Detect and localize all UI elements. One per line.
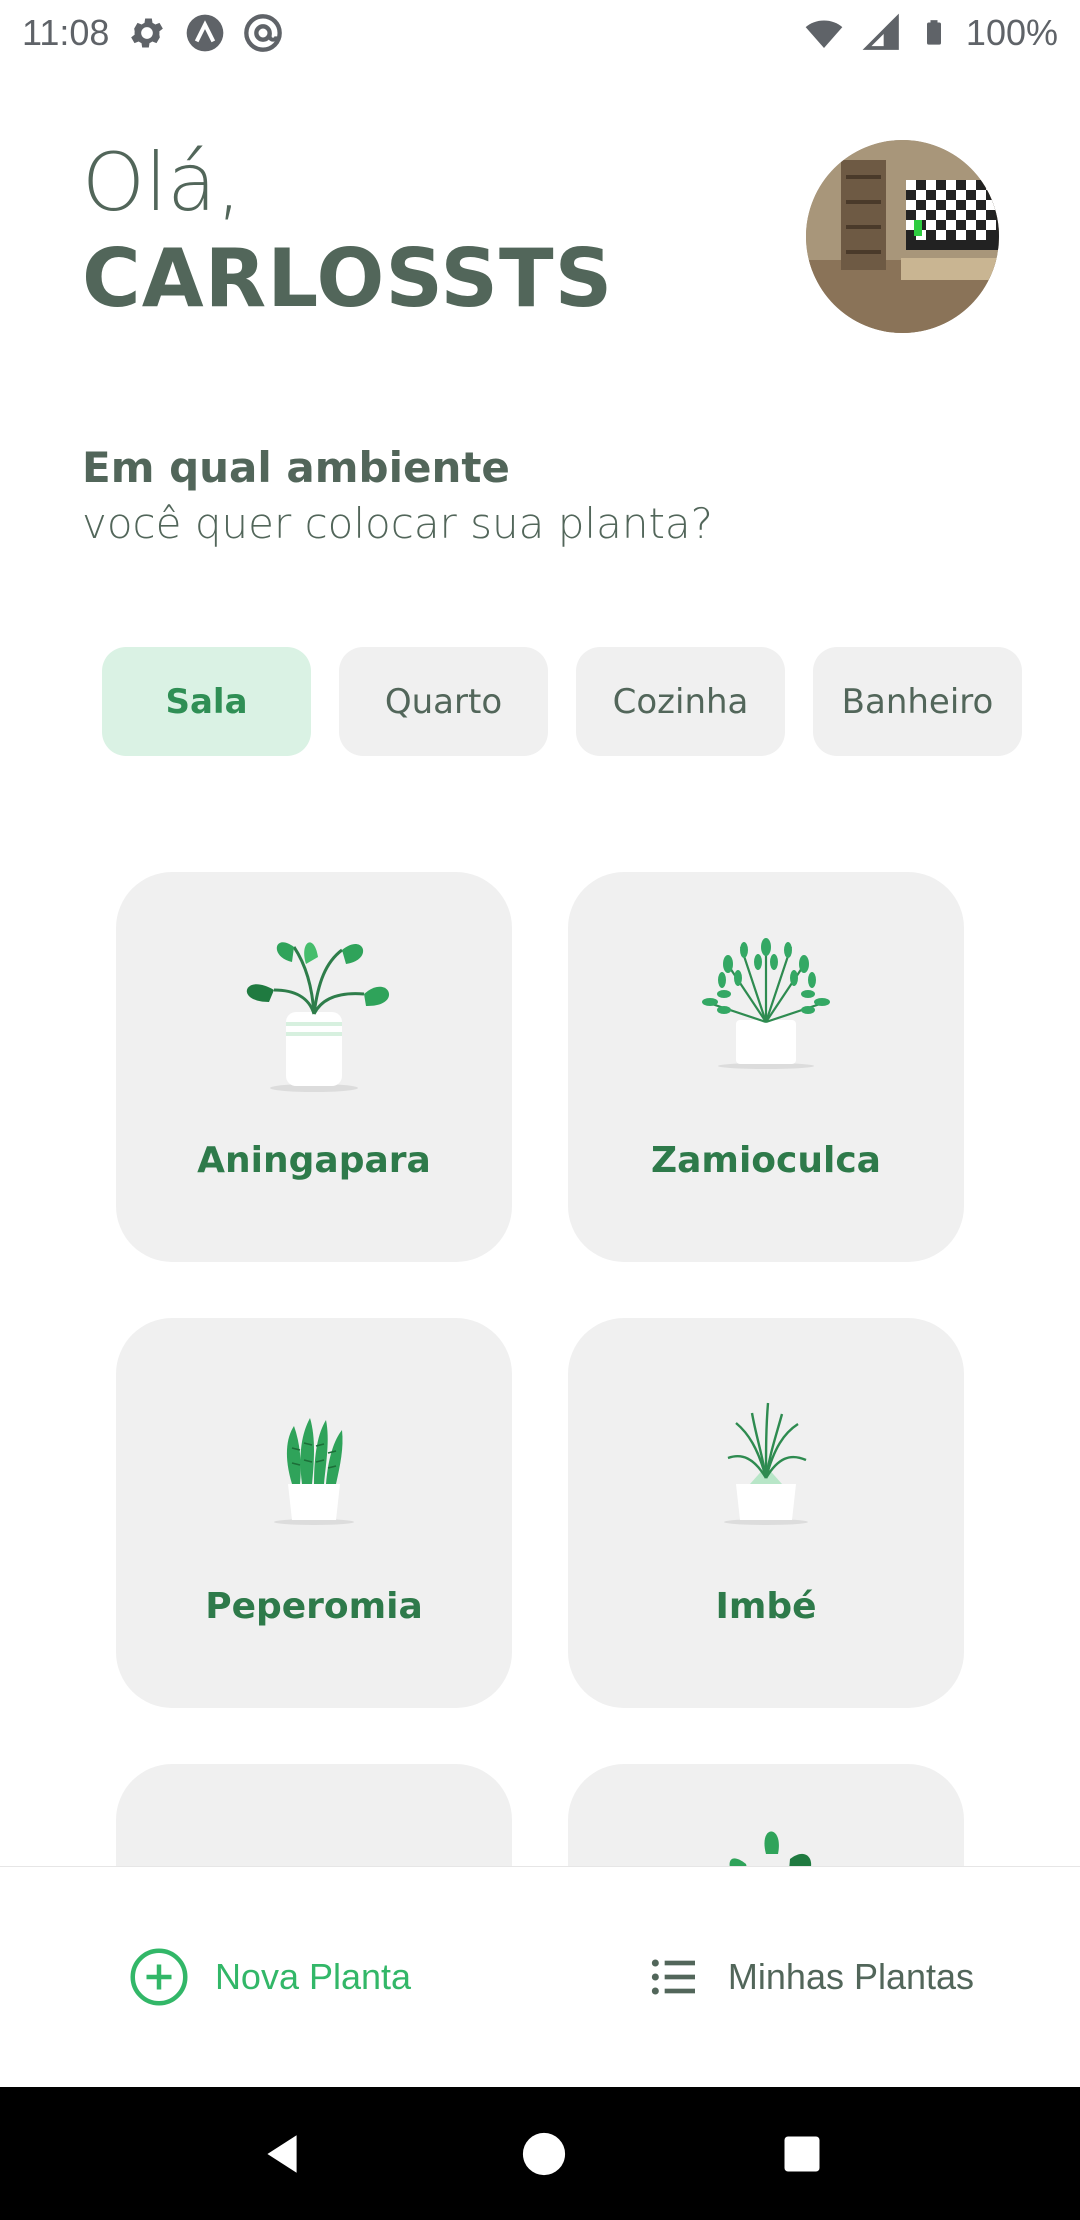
- avatar-image: [806, 140, 999, 333]
- question-line-2: você quer colocar sua planta?: [82, 499, 713, 548]
- battery-percent: 100%: [965, 12, 1058, 53]
- settings-icon: [131, 18, 164, 48]
- status-left: 11:08: [22, 12, 283, 54]
- user-name: CARLOSSTS: [82, 232, 614, 325]
- add-circle-icon: [130, 1948, 188, 2006]
- plant-name: Aningapara: [197, 1140, 431, 1181]
- plant-card[interactable]: Imbé: [568, 1318, 964, 1708]
- plant-zamioculca-icon: [702, 938, 830, 1069]
- greeting-hello: Olá,: [82, 136, 242, 229]
- chip-cozinha[interactable]: Cozinha: [576, 647, 785, 756]
- plant-name: Zamioculca: [651, 1140, 881, 1181]
- tab-minhas-plantas[interactable]: Minhas Plantas: [540, 1867, 1080, 2087]
- bottom-tab-bar: Nova Planta Minhas Plantas: [0, 1866, 1080, 2087]
- plant-card[interactable]: Peperomia: [116, 1318, 512, 1708]
- list-icon: [651, 1959, 695, 1995]
- avatar[interactable]: [806, 140, 999, 333]
- environment-question: Em qual ambiente você quer colocar sua p…: [82, 440, 713, 552]
- signal-icon: [862, 13, 899, 50]
- plant-aningapara-icon: [246, 942, 390, 1092]
- wifi-icon: [805, 20, 843, 48]
- plant-card[interactable]: Zamioculca: [568, 872, 964, 1262]
- plant-imbe-icon: [724, 1402, 808, 1525]
- status-time: 11:08: [22, 12, 110, 53]
- chip-quarto[interactable]: Quarto: [339, 647, 548, 756]
- status-bar: 11:08 100%: [0, 0, 1080, 66]
- plant-name: Imbé: [715, 1586, 817, 1627]
- tab-label: Minhas Plantas: [727, 1956, 975, 1997]
- chip-banheiro[interactable]: Banheiro: [813, 647, 1022, 756]
- question-line-1: Em qual ambiente: [82, 443, 510, 492]
- plant-name: Peperomia: [205, 1586, 423, 1627]
- tab-label: Nova Planta: [214, 1956, 412, 1997]
- back-icon[interactable]: [257, 2129, 307, 2179]
- plant-card[interactable]: Aningapara: [116, 872, 512, 1262]
- app-a-icon: [187, 14, 224, 52]
- battery-icon: [926, 20, 941, 45]
- status-right: 100%: [804, 12, 1058, 54]
- greeting: Olá, CARLOSSTS: [82, 135, 613, 327]
- recents-icon[interactable]: [781, 2133, 823, 2175]
- system-nav-bar: [0, 2087, 1080, 2220]
- app-at-icon: [244, 14, 283, 52]
- environment-chips: Sala Quarto Cozinha Banheiro: [102, 647, 1022, 756]
- chip-sala[interactable]: Sala: [102, 647, 311, 756]
- home-icon[interactable]: [521, 2131, 567, 2177]
- plant-peperomia-icon: [274, 1418, 354, 1525]
- tab-nova-planta[interactable]: Nova Planta: [0, 1867, 540, 2087]
